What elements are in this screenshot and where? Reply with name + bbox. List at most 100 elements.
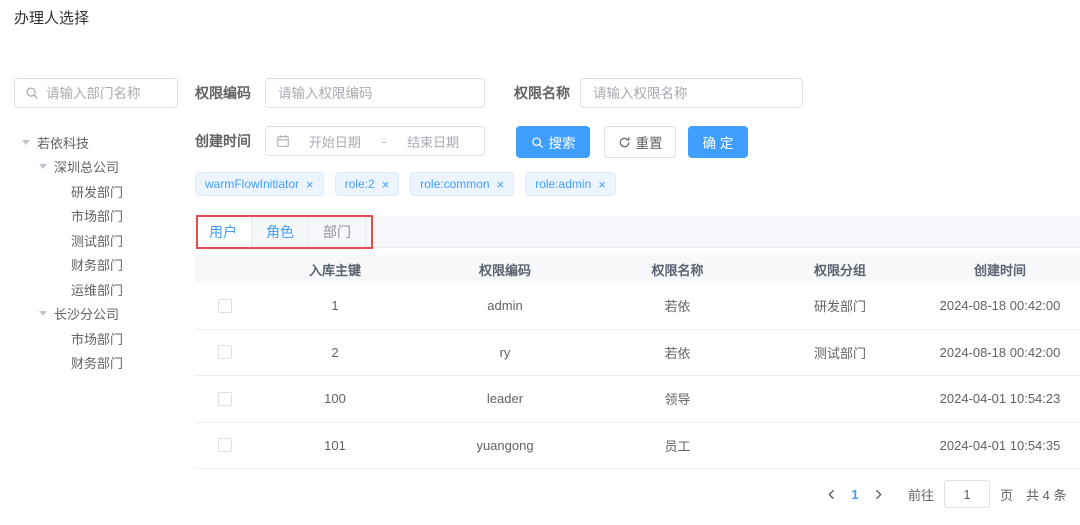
row-checkbox[interactable] [218, 298, 232, 313]
tree-node-leaf[interactable]: 市场部门 [14, 204, 190, 229]
cell-id: 1 [331, 298, 339, 314]
dept-tree: 若依科技 深圳总公司 研发部门 市场部门 测试部门 财务部门 运维部门 长沙分公… [14, 130, 190, 375]
confirm-button-label: 确 定 [702, 136, 734, 151]
goto-page-input[interactable] [944, 480, 991, 508]
confirm-button[interactable]: 确 定 [688, 126, 748, 158]
tag-role-admin: role:admin × [525, 172, 616, 196]
cell-group: 研发部门 [813, 299, 866, 315]
date-range-separator: - [381, 133, 387, 149]
tag-label: role:2 [344, 177, 375, 191]
table-row[interactable]: 100 leader 领导 2024-04-01 10:54:23 [195, 376, 1080, 423]
tree-node-label: 深圳总公司 [54, 160, 120, 176]
tree-node-branch[interactable]: 深圳总公司 [14, 155, 190, 180]
reset-button-label: 重置 [635, 136, 663, 151]
total-count-label: 共 4 条 [1026, 487, 1067, 503]
tab-role[interactable]: 角色 [252, 216, 309, 248]
tree-node-branch[interactable]: 长沙分公司 [14, 302, 190, 327]
goto-label: 前往 [908, 487, 935, 503]
cell-created: 2024-04-01 10:54:35 [939, 437, 1061, 453]
tab-dept[interactable]: 部门 [309, 216, 366, 248]
col-header-created: 创建时间 [973, 262, 1026, 278]
caret-down-icon[interactable] [39, 311, 47, 317]
page-number[interactable]: 1 [847, 487, 863, 502]
close-icon[interactable]: × [598, 178, 606, 191]
permission-table: 入库主键 权限编码 权限名称 权限分组 创建时间 1 admin 若依 研发部门… [195, 255, 1080, 469]
cell-id: 101 [324, 437, 346, 453]
tag-role-2: role:2 × [334, 172, 400, 196]
cell-name: 员工 [664, 438, 691, 454]
search-icon [531, 136, 543, 148]
chevron-right-icon [876, 489, 882, 499]
table-row[interactable]: 1 admin 若依 研发部门 2024-08-18 00:42:00 [195, 283, 1080, 330]
cell-group: 测试部门 [813, 345, 866, 361]
tree-node-leaf[interactable]: 研发部门 [14, 179, 190, 204]
table-row[interactable]: 101 yuangong 员工 2024-04-01 10:54:35 [195, 422, 1080, 469]
table-row[interactable]: 2 ry 若依 测试部门 2024-08-18 00:42:00 [195, 329, 1080, 376]
col-header-group: 权限分组 [813, 262, 866, 278]
cell-id: 100 [324, 391, 346, 407]
next-page-button[interactable] [873, 489, 884, 500]
dept-search-input[interactable] [46, 85, 167, 101]
tab-user[interactable]: 用户 [195, 216, 252, 248]
tree-node-leaf[interactable]: 市场部门 [14, 326, 190, 351]
tree-node-label: 市场部门 [71, 331, 124, 347]
search-button[interactable]: 搜索 [516, 126, 590, 158]
cell-code: ry [499, 344, 511, 360]
perm-code-label: 权限编码 [195, 85, 251, 101]
chevron-left-icon [828, 489, 834, 499]
date-end-placeholder: 结束日期 [407, 134, 460, 150]
tag-label: role:admin [535, 177, 592, 191]
row-checkbox[interactable] [218, 345, 232, 360]
perm-name-label: 权限名称 [514, 85, 570, 101]
cell-created: 2024-04-01 10:54:23 [939, 391, 1061, 407]
tree-node-label: 测试部门 [71, 233, 124, 249]
tree-node-label: 运维部门 [71, 282, 124, 298]
row-checkbox[interactable] [218, 438, 232, 453]
caret-down-icon[interactable] [39, 164, 47, 170]
pagination: 1 前往 页 共 4 条 [826, 480, 1067, 508]
search-icon [26, 87, 38, 99]
caret-down-icon[interactable] [22, 139, 30, 145]
perm-code-input[interactable] [265, 78, 485, 108]
refresh-icon [619, 136, 629, 147]
cell-name: 若依 [664, 345, 691, 361]
tree-node-label: 市场部门 [71, 209, 124, 225]
tree-node-leaf[interactable]: 财务部门 [14, 351, 190, 376]
tree-node-leaf[interactable]: 测试部门 [14, 228, 190, 253]
cell-name: 若依 [664, 299, 691, 315]
col-header-name: 权限名称 [651, 262, 704, 278]
cell-code: admin [487, 298, 523, 314]
cell-name: 领导 [664, 392, 691, 408]
date-range-picker[interactable]: 开始日期 - 结束日期 [265, 126, 485, 156]
tree-node-label: 若依科技 [37, 135, 90, 151]
close-icon[interactable]: × [306, 178, 314, 191]
col-header-code: 权限编码 [478, 262, 531, 278]
reset-button[interactable]: 重置 [604, 126, 676, 158]
selected-tags: warmFlowInitiator × role:2 × role:common… [195, 172, 616, 196]
perm-name-input[interactable] [580, 78, 803, 108]
prev-page-button[interactable] [826, 489, 837, 500]
col-header-id: 入库主键 [308, 262, 361, 278]
row-checkbox[interactable] [218, 391, 232, 406]
table-header-row: 入库主键 权限编码 权限名称 权限分组 创建时间 [195, 255, 1080, 283]
page-title: 办理人选择 [14, 10, 90, 27]
tag-role-common: role:common × [410, 172, 515, 196]
search-button-label: 搜索 [548, 136, 576, 151]
tree-node-root[interactable]: 若依科技 [14, 130, 190, 155]
tree-node-label: 财务部门 [71, 356, 124, 372]
cell-created: 2024-08-18 00:42:00 [939, 298, 1061, 314]
tree-node-leaf[interactable]: 运维部门 [14, 277, 190, 302]
dept-search-box [14, 78, 178, 108]
tag-label: role:common [420, 177, 490, 191]
close-icon[interactable]: × [497, 178, 505, 191]
tag-warmflowinitiator: warmFlowInitiator × [195, 172, 324, 196]
cell-created: 2024-08-18 00:42:00 [939, 344, 1061, 360]
cell-code: yuangong [476, 437, 534, 453]
tree-node-leaf[interactable]: 财务部门 [14, 253, 190, 278]
cell-code: leader [486, 391, 524, 407]
close-icon[interactable]: × [382, 178, 390, 191]
date-start-placeholder: 开始日期 [308, 134, 361, 150]
cell-id: 2 [331, 344, 339, 360]
calendar-icon [277, 135, 289, 147]
tree-node-label: 长沙分公司 [54, 307, 120, 323]
